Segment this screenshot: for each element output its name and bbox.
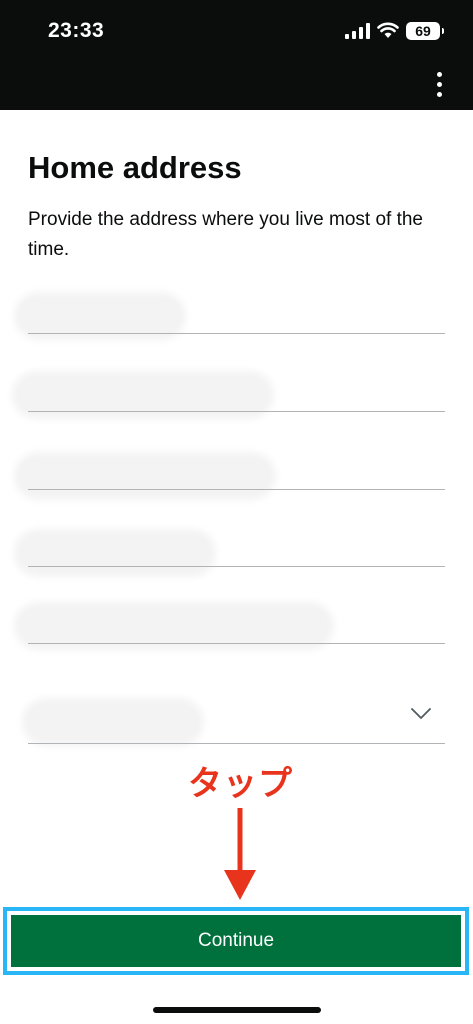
postcode-field[interactable]	[20, 607, 445, 644]
field-underline	[28, 643, 445, 644]
status-time: 23:33	[48, 19, 105, 42]
vertical-ellipsis-icon[interactable]	[430, 70, 448, 100]
address-line-2-field[interactable]	[18, 376, 445, 413]
field-underline	[28, 333, 445, 334]
field-underline	[28, 411, 445, 412]
town-city-field[interactable]	[20, 456, 445, 494]
wifi-icon	[377, 22, 399, 38]
redacted-value	[18, 377, 268, 413]
address-line-1-field[interactable]	[20, 296, 445, 334]
battery-icon: 69	[406, 22, 444, 40]
field-underline	[28, 566, 445, 567]
down-arrow-icon	[224, 808, 256, 900]
tap-annotation: タップ	[188, 764, 293, 804]
status-bar: 23:33 69	[0, 0, 473, 110]
field-underline	[28, 743, 445, 744]
redacted-value	[20, 608, 328, 644]
country-select[interactable]	[28, 700, 445, 744]
page-hint: Provide the address where you live most …	[28, 209, 423, 260]
page-title: Home address	[28, 150, 242, 185]
continue-button[interactable]: Continue	[11, 915, 461, 967]
county-field[interactable]	[20, 533, 445, 571]
chevron-down-icon[interactable]	[411, 708, 431, 720]
cellular-signal-icon	[345, 23, 370, 39]
redacted-value	[20, 298, 180, 334]
redacted-value	[28, 704, 198, 740]
field-underline	[28, 489, 445, 490]
home-indicator[interactable]	[153, 1007, 321, 1013]
